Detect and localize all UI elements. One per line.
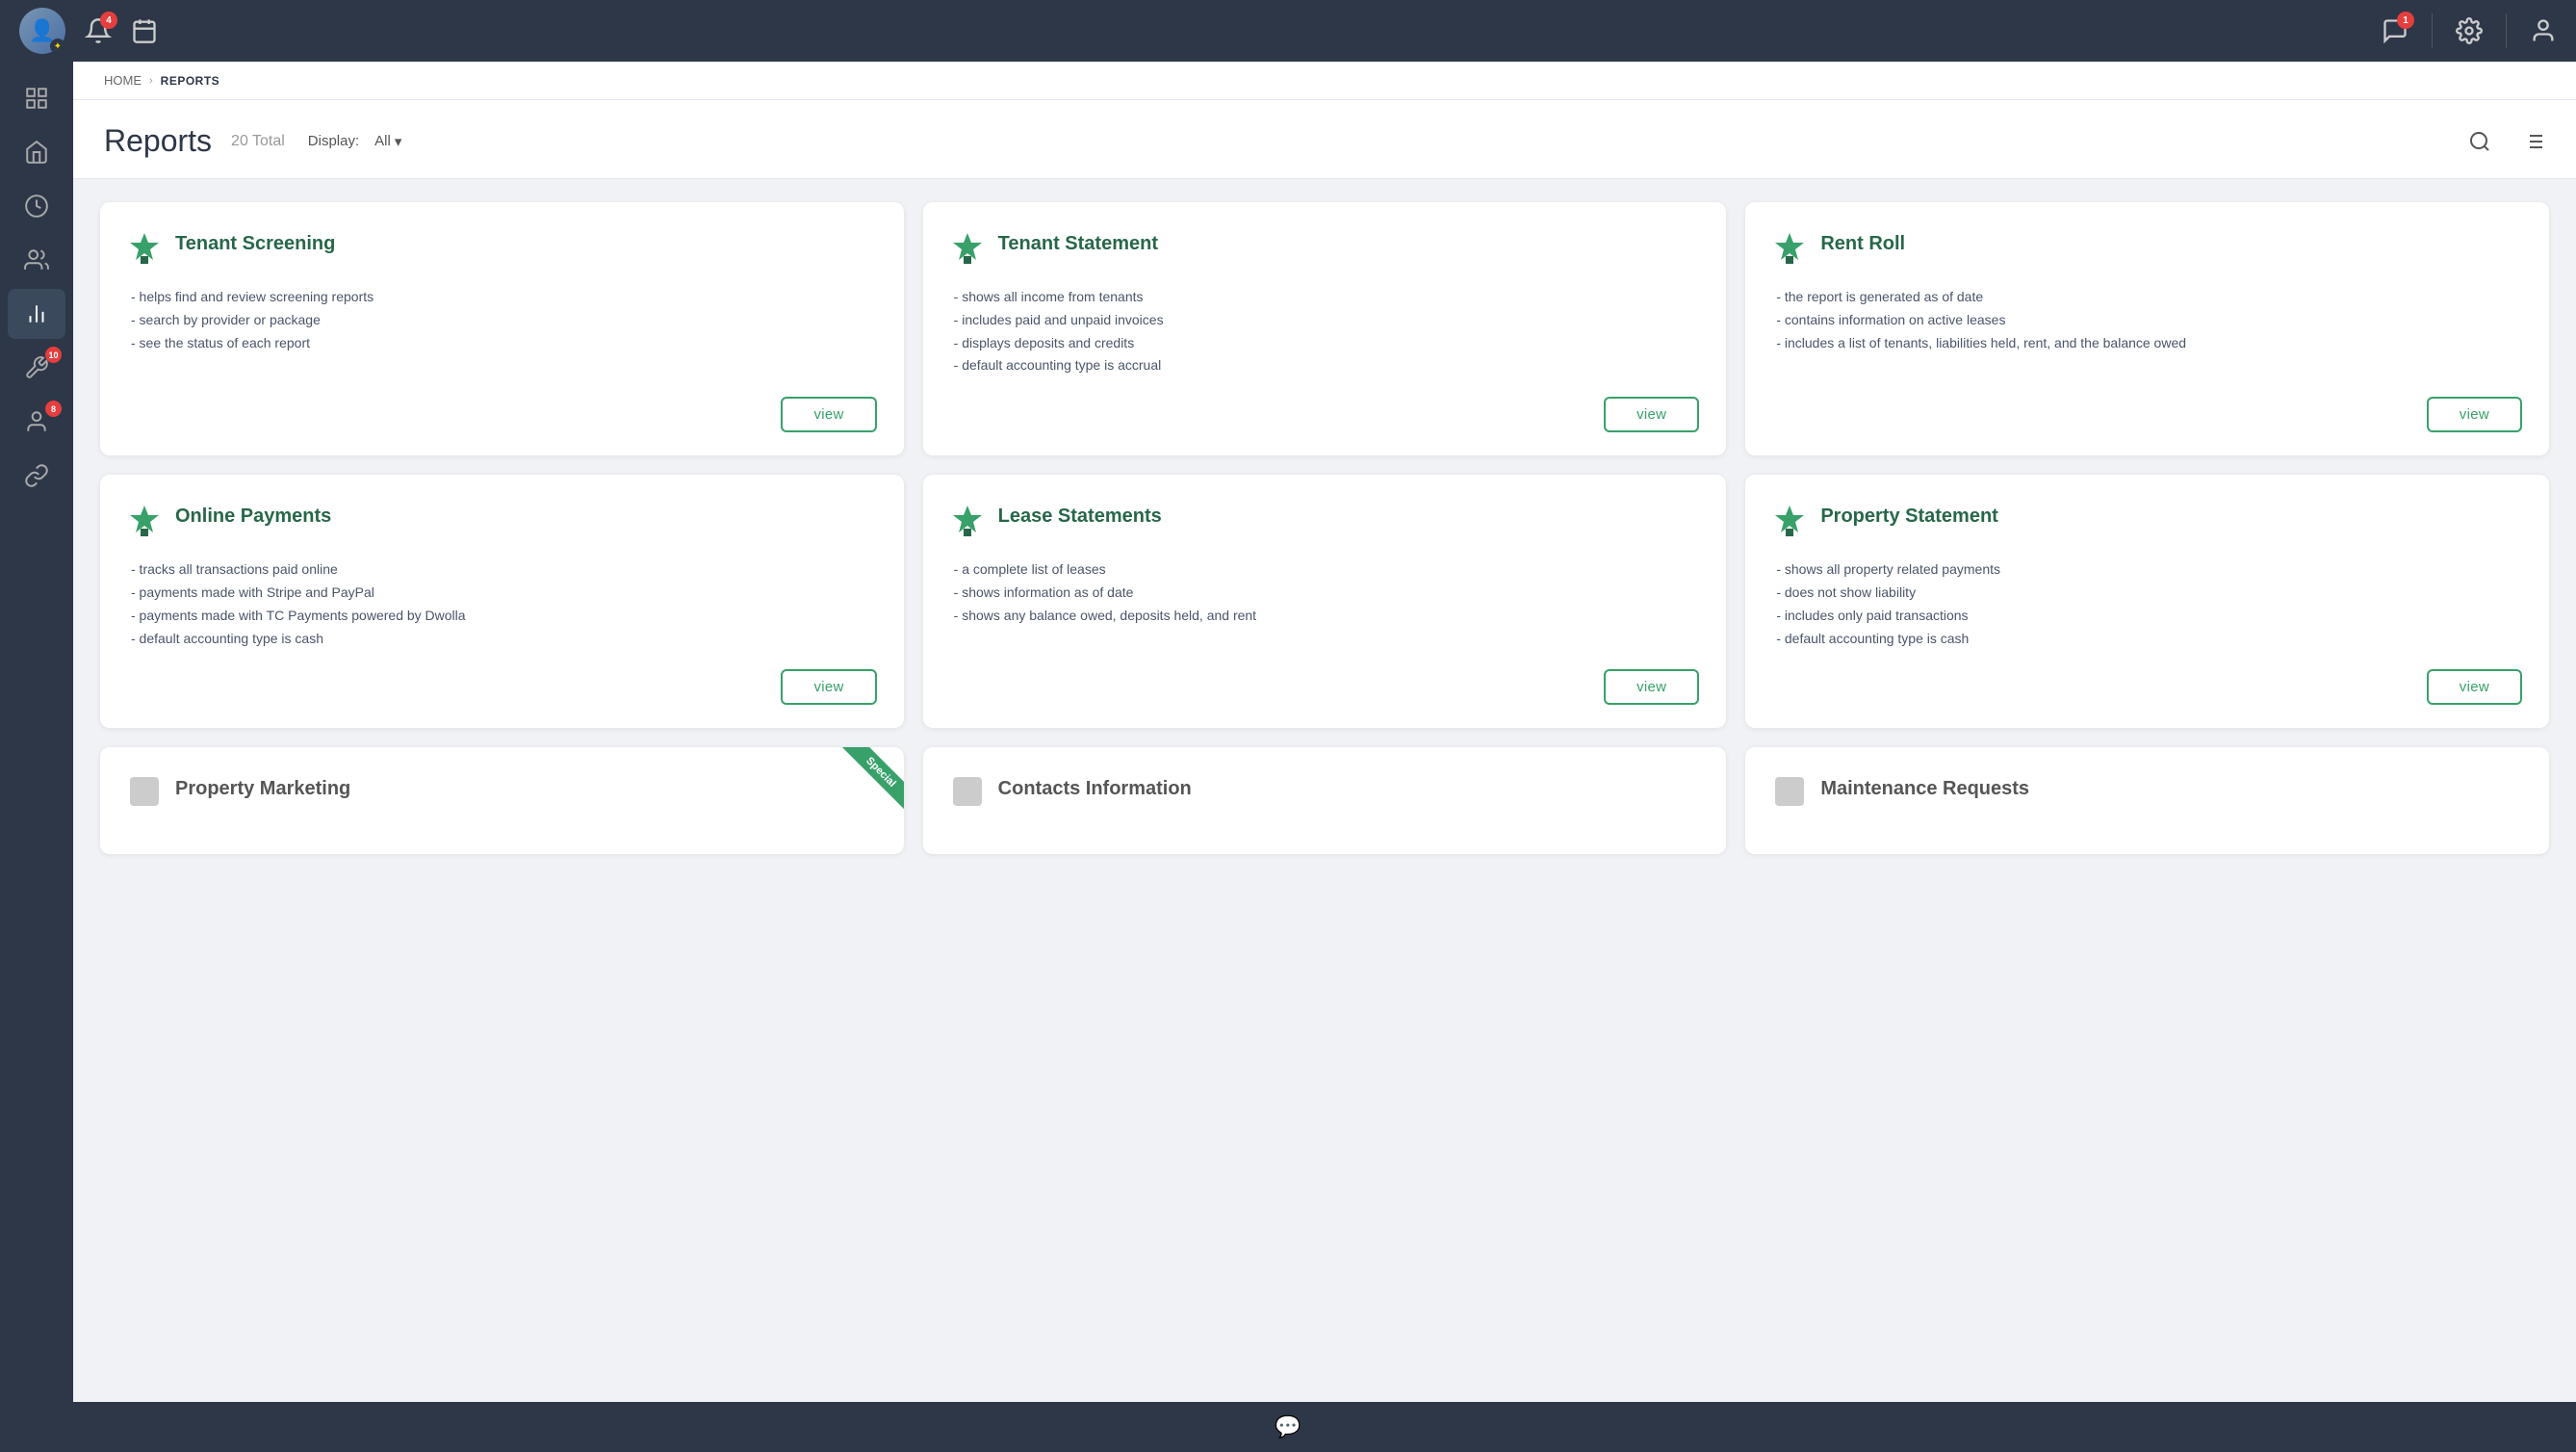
view-button[interactable]: view (781, 669, 876, 705)
topbar: 👤 ✦ 4 1 (0, 0, 2576, 62)
notification-badge: 4 (100, 12, 117, 29)
card-header: Maintenance Requests (1772, 774, 2522, 814)
total-count: 20 Total (231, 133, 285, 150)
avatar-star-badge: ✦ (50, 39, 65, 54)
card-rent-roll: Rent Roll - the report is generated as o… (1745, 202, 2549, 455)
card-lease-statements: Lease Statements - a complete list of le… (923, 475, 1727, 728)
card-title: Property Marketing (175, 774, 350, 800)
bottom-bar: 💬 (0, 1402, 2576, 1452)
card-tenant-statement: Tenant Statement - shows all income from… (923, 202, 1727, 455)
card-title: Rent Roll (1820, 229, 1905, 255)
card-property-statement: Property Statement - shows all property … (1745, 475, 2549, 728)
avatar[interactable]: 👤 ✦ (19, 8, 65, 54)
card-header: Tenant Statement (950, 229, 1700, 269)
card-property-marketing: Property Marketing Special (100, 747, 904, 854)
chevron-down-icon: ▾ (395, 133, 402, 150)
topbar-divider (2432, 13, 2433, 48)
topbar-divider2 (2506, 13, 2507, 48)
card-online-payments: Online Payments - tracks all transaction… (100, 475, 904, 728)
sidebar-item-users[interactable]: 8 (8, 397, 65, 447)
breadcrumb-current: REPORTS (161, 74, 220, 88)
card-footer: view (950, 397, 1700, 432)
messages-button[interactable]: 1 (2382, 17, 2409, 44)
page-title: Reports (104, 123, 212, 159)
calendar-button[interactable] (131, 17, 158, 44)
card-title: Online Payments (175, 502, 331, 528)
star-icon (1772, 229, 1807, 269)
sidebar-item-properties[interactable] (8, 127, 65, 177)
breadcrumb-home[interactable]: HOME (104, 73, 142, 88)
topbar-right: 1 (2382, 13, 2557, 48)
card-footer: view (127, 669, 877, 705)
card-tenant-screening: Tenant Screening - helps find and review… (100, 202, 904, 455)
star-icon (950, 774, 985, 814)
sidebar-item-maintenance[interactable]: 10 (8, 343, 65, 393)
card-header: Tenant Screening (127, 229, 877, 269)
card-title: Lease Statements (998, 502, 1162, 528)
view-button[interactable]: view (1604, 397, 1699, 432)
card-header: Property Marketing (127, 774, 877, 814)
card-body: - shows all income from tenants - includ… (950, 286, 1700, 377)
card-title: Tenant Statement (998, 229, 1158, 255)
star-icon (127, 502, 162, 541)
display-value: All (374, 133, 391, 149)
card-header: Rent Roll (1772, 229, 2522, 269)
profile-button[interactable] (2530, 17, 2557, 44)
breadcrumb-separator: › (149, 75, 153, 87)
sidebar-item-payments[interactable] (8, 181, 65, 231)
sidebar-item-reports[interactable] (8, 289, 65, 339)
users-badge: 8 (45, 401, 62, 417)
card-footer: view (127, 397, 877, 432)
cards-area: Tenant Screening - helps find and review… (73, 179, 2576, 877)
star-icon (1772, 774, 1807, 814)
messages-badge: 1 (2397, 12, 2414, 29)
card-title: Contacts Information (998, 774, 1192, 800)
card-body: - tracks all transactions paid online - … (127, 558, 877, 650)
topbar-left: 👤 ✦ 4 (19, 8, 158, 54)
card-footer: view (950, 669, 1700, 705)
card-footer: view (1772, 397, 2522, 432)
settings-button[interactable] (2456, 17, 2483, 44)
sidebar-item-dashboard[interactable] (8, 73, 65, 123)
card-footer: view (1772, 669, 2522, 705)
star-icon (1772, 502, 1807, 541)
star-icon (950, 502, 985, 541)
sidebar-item-links[interactable] (8, 451, 65, 501)
display-select[interactable]: All ▾ (374, 133, 401, 150)
card-header: Property Statement (1772, 502, 2522, 541)
view-button[interactable]: view (2427, 669, 2522, 705)
card-maintenance-requests: Maintenance Requests (1745, 747, 2549, 854)
cards-grid: Tenant Screening - helps find and review… (100, 202, 2549, 854)
card-body: - a complete list of leases - shows info… (950, 558, 1700, 650)
main-content: HOME › REPORTS Reports 20 Total Display:… (73, 62, 2576, 1402)
breadcrumb: HOME › REPORTS (73, 62, 2576, 100)
card-body: - the report is generated as of date - c… (1772, 286, 2522, 377)
view-button[interactable]: view (2427, 397, 2522, 432)
card-header: Online Payments (127, 502, 877, 541)
star-icon (127, 774, 162, 814)
notification-button[interactable]: 4 (85, 17, 112, 44)
view-button[interactable]: view (1604, 669, 1699, 705)
card-title: Property Statement (1820, 502, 1998, 528)
sidebar-item-tenants[interactable] (8, 235, 65, 285)
search-button[interactable] (2468, 130, 2491, 153)
display-label: Display: (308, 133, 359, 149)
sidebar: 10 8 (0, 62, 73, 1402)
card-title: Tenant Screening (175, 229, 335, 255)
list-view-button[interactable] (2522, 130, 2545, 153)
card-title: Maintenance Requests (1820, 774, 2029, 800)
star-icon (127, 229, 162, 269)
card-header: Lease Statements (950, 502, 1700, 541)
maintenance-badge: 10 (45, 347, 62, 363)
card-header: Contacts Information (950, 774, 1700, 814)
star-icon (950, 229, 985, 269)
card-contacts-information: Contacts Information (923, 747, 1727, 854)
card-body: - shows all property related payments - … (1772, 558, 2522, 650)
page-header: Reports 20 Total Display: All ▾ (73, 100, 2576, 179)
view-button[interactable]: view (781, 397, 876, 432)
chat-icon[interactable]: 💬 (1275, 1414, 1301, 1439)
card-body: - helps find and review screening report… (127, 286, 877, 377)
